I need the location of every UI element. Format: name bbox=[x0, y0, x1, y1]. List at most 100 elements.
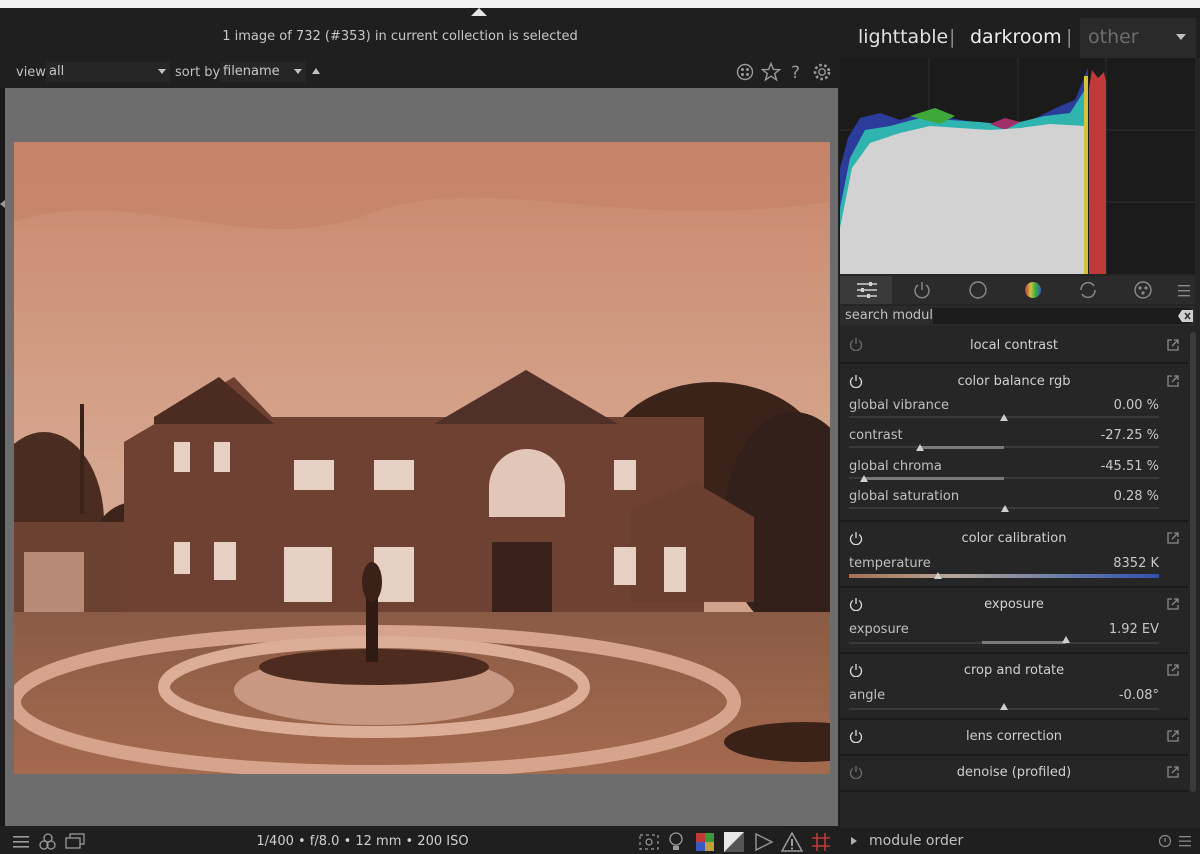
slider-temperature[interactable] bbox=[849, 574, 1159, 578]
multi-instance-icon[interactable] bbox=[1166, 597, 1180, 611]
multi-instance-icon[interactable] bbox=[1166, 765, 1180, 779]
module-exposure[interactable]: exposure exposure 1.92 EV bbox=[840, 588, 1188, 654]
house-photo-image bbox=[14, 142, 830, 774]
search-module-bar: search module bbox=[840, 306, 1195, 326]
lightbulb-icon[interactable] bbox=[667, 831, 685, 853]
slider-marker[interactable] bbox=[1001, 505, 1009, 512]
slider-fill bbox=[982, 641, 1066, 644]
guides-icon[interactable] bbox=[810, 831, 832, 853]
slider-label-global-chroma: global chroma bbox=[849, 459, 942, 474]
slider-value-temperature: 8352 K bbox=[1113, 556, 1159, 571]
slider-fill bbox=[864, 477, 1004, 480]
photo-preview[interactable] bbox=[14, 142, 830, 774]
histogram-graph bbox=[840, 58, 1195, 274]
module-color-calibration[interactable]: color calibration temperature 8352 K bbox=[840, 522, 1188, 588]
slider-value-contrast: -27.25 % bbox=[1100, 428, 1159, 443]
view-dropdown[interactable]: all bbox=[46, 62, 170, 82]
module-lens-correction[interactable]: lens correction bbox=[840, 720, 1188, 756]
module-crop-and-rotate[interactable]: crop and rotate angle -0.08° bbox=[840, 654, 1188, 720]
gamut-check-icon[interactable] bbox=[754, 832, 774, 852]
slider-label-angle: angle bbox=[849, 688, 886, 703]
slider-marker[interactable] bbox=[1062, 636, 1070, 643]
multi-instance-icon[interactable] bbox=[1166, 663, 1180, 677]
slider-label-global-vibrance: global vibrance bbox=[849, 398, 950, 413]
slider-value-global-vibrance: 0.00 % bbox=[1113, 398, 1159, 413]
sort-order-icon[interactable] bbox=[312, 68, 320, 74]
module-title: lens correction bbox=[965, 729, 1063, 744]
histogram[interactable] bbox=[840, 58, 1195, 274]
slider-value-exposure: 1.92 EV bbox=[1108, 622, 1159, 637]
correct-group-icon[interactable] bbox=[1078, 280, 1098, 300]
module-title: crop and rotate bbox=[963, 663, 1065, 678]
chevron-down-icon bbox=[158, 69, 166, 74]
module-order-bar[interactable]: module order bbox=[840, 828, 1200, 854]
multi-instance-icon[interactable] bbox=[1166, 374, 1180, 388]
module-title: color balance rgb bbox=[957, 374, 1071, 389]
selection-status: 1 image of 732 (#353) in current collect… bbox=[222, 29, 578, 44]
warning-icon[interactable] bbox=[781, 831, 803, 853]
presets-menu-icon[interactable] bbox=[1176, 280, 1196, 300]
slider-value-global-saturation: 0.28 % bbox=[1113, 489, 1159, 504]
expand-arrow-icon bbox=[851, 837, 857, 845]
slider-marker[interactable] bbox=[916, 444, 924, 451]
top-border bbox=[0, 0, 1200, 8]
chevron-down-icon bbox=[294, 69, 302, 74]
focus-peaking-icon[interactable] bbox=[638, 832, 660, 852]
slider-marker[interactable] bbox=[1000, 414, 1008, 421]
module-scrollbar[interactable] bbox=[1190, 332, 1196, 792]
color-assessment-icon[interactable] bbox=[695, 832, 715, 852]
module-title: exposure bbox=[984, 597, 1044, 612]
effect-group-icon[interactable] bbox=[1133, 280, 1153, 300]
view-tab-other: other bbox=[1088, 26, 1139, 48]
slider-label-exposure: exposure bbox=[849, 622, 909, 637]
module-color-balance-rgb[interactable]: color balance rgb global vibrance 0.00 %… bbox=[840, 364, 1188, 522]
view-dropdown-value: all bbox=[49, 64, 65, 79]
sliders-icon bbox=[857, 282, 877, 298]
module-order-label: module order bbox=[869, 833, 964, 849]
sort-label: sort by bbox=[175, 65, 221, 80]
star-icon[interactable] bbox=[761, 62, 781, 82]
slider-value-angle: -0.08° bbox=[1118, 688, 1159, 703]
softproof-icon[interactable] bbox=[723, 831, 745, 853]
multi-instance-icon[interactable] bbox=[1166, 729, 1180, 743]
exposure-info: 1/400 • f/8.0 • 12 mm • 200 ISO bbox=[256, 834, 469, 849]
slider-label-global-saturation: global saturation bbox=[849, 489, 960, 504]
slider-marker[interactable] bbox=[934, 572, 942, 579]
presets-menu-icon[interactable] bbox=[1178, 834, 1192, 848]
slider-label-temperature: temperature bbox=[849, 556, 931, 571]
top-panel-toggle-icon[interactable] bbox=[471, 8, 487, 16]
slider-contrast[interactable] bbox=[849, 446, 1159, 448]
module-title: color calibration bbox=[961, 531, 1067, 546]
power-group-icon[interactable] bbox=[912, 280, 932, 300]
view-tab-other-dropdown[interactable]: other bbox=[1080, 18, 1196, 58]
multi-instance-icon[interactable] bbox=[1166, 531, 1180, 545]
reset-icon[interactable] bbox=[1158, 834, 1172, 848]
sort-dropdown[interactable]: filename bbox=[220, 62, 306, 82]
color-group-icon[interactable] bbox=[1023, 280, 1043, 300]
view-tab-darkroom[interactable]: darkroom bbox=[970, 26, 1062, 48]
view-tab-lighttable[interactable]: lighttable bbox=[858, 26, 948, 48]
gear-icon[interactable] bbox=[812, 62, 832, 82]
svg-text:?: ? bbox=[791, 63, 800, 82]
grouping-icon[interactable] bbox=[736, 63, 754, 81]
multi-instance-icon[interactable] bbox=[1166, 338, 1180, 352]
base-group-icon[interactable] bbox=[968, 280, 988, 300]
module-denoise-profiled[interactable]: denoise (profiled) bbox=[840, 756, 1188, 792]
sort-dropdown-value: filename bbox=[223, 64, 280, 79]
chevron-down-icon bbox=[1176, 34, 1186, 40]
module-title: local contrast bbox=[969, 338, 1059, 353]
search-input[interactable] bbox=[933, 308, 1191, 324]
view-tab-separator: | bbox=[949, 26, 956, 48]
module-local-contrast[interactable]: local contrast bbox=[840, 328, 1188, 364]
help-icon[interactable]: ? bbox=[788, 62, 804, 82]
slider-fill bbox=[920, 446, 1004, 449]
view-tab-separator: | bbox=[1066, 26, 1073, 48]
clear-search-icon[interactable] bbox=[1178, 309, 1194, 323]
view-label: view bbox=[16, 65, 46, 80]
slider-marker[interactable] bbox=[860, 475, 868, 482]
search-module-label: search module bbox=[845, 308, 942, 323]
slider-label-contrast: contrast bbox=[849, 428, 903, 443]
slider-value-global-chroma: -45.51 % bbox=[1100, 459, 1159, 474]
slider-marker[interactable] bbox=[1000, 703, 1008, 710]
module-title: denoise (profiled) bbox=[956, 765, 1072, 780]
